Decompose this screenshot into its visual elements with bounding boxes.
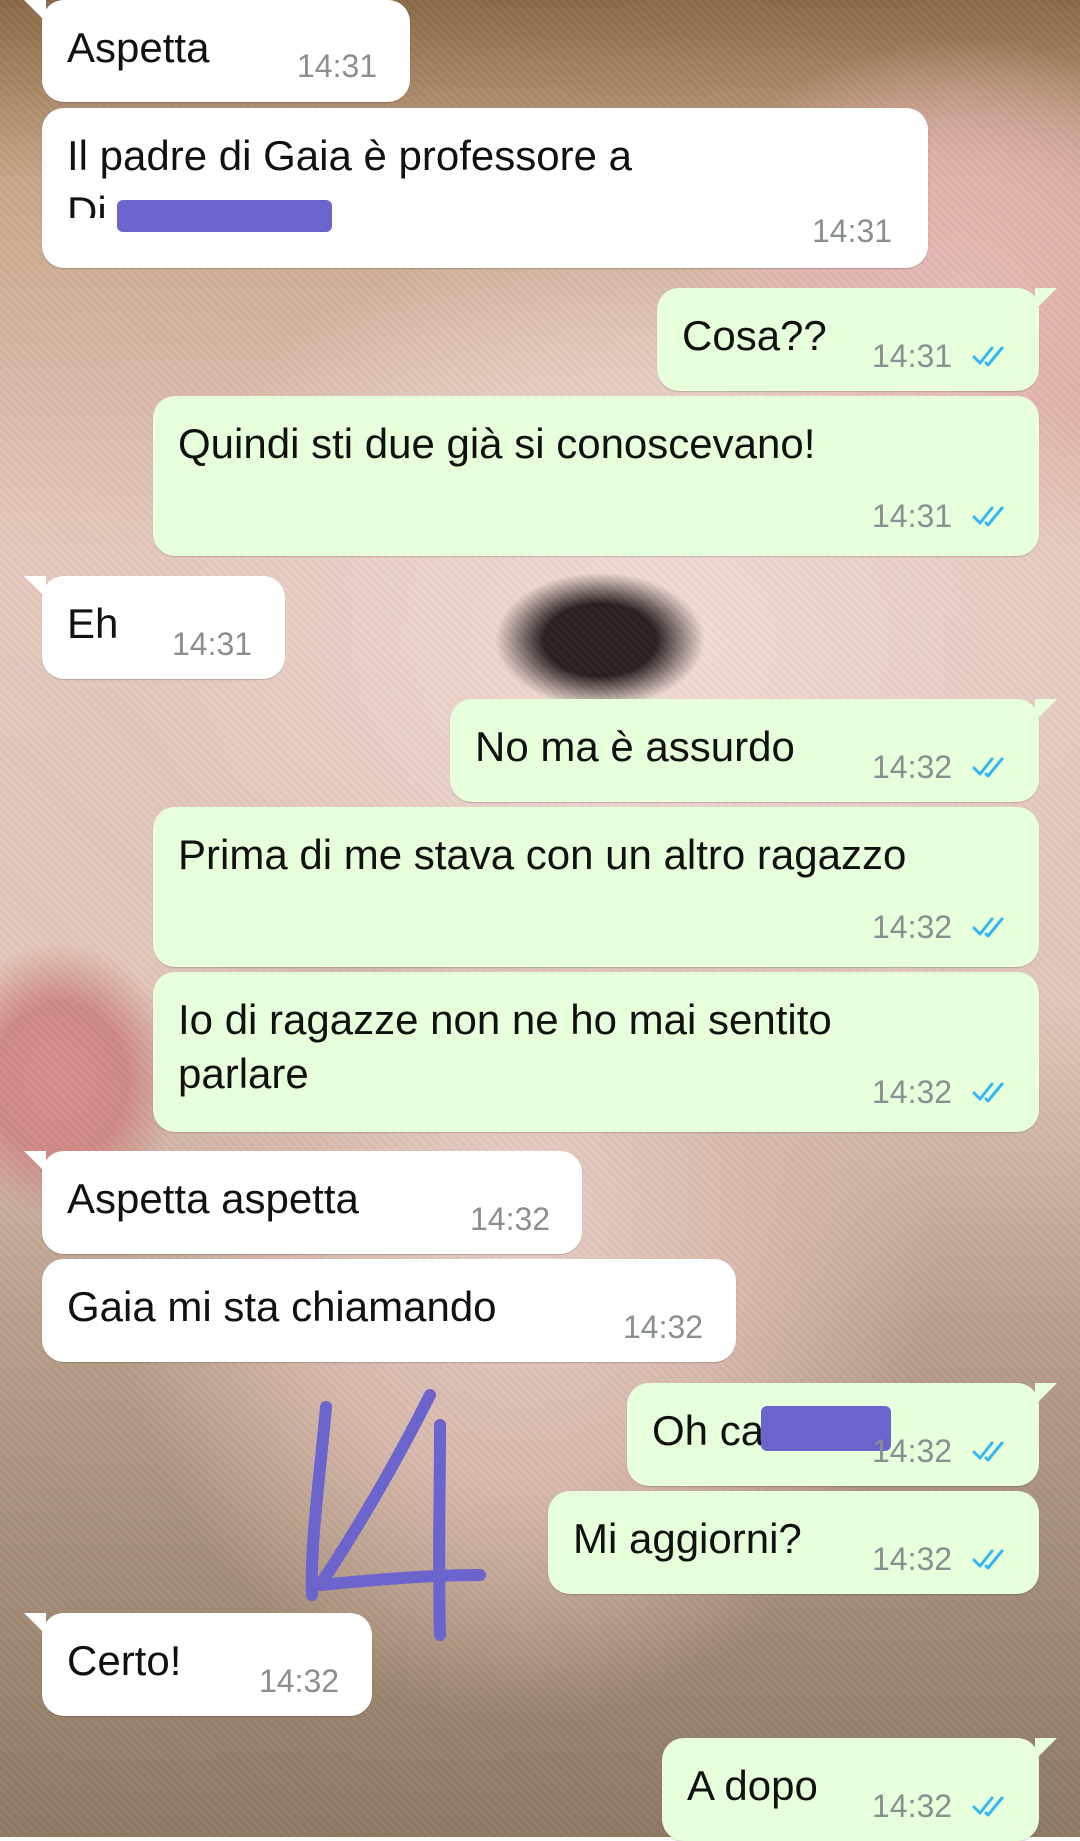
message-text: A dopo <box>687 1762 818 1809</box>
message-time: 14:32 <box>259 1663 340 1699</box>
message-text: Aspetta <box>67 24 210 71</box>
redaction-mark <box>117 200 332 232</box>
message-text-line: Io di ragazze non ne ho mai sentito <box>178 996 832 1043</box>
message-bubble-incoming[interactable]: Il padre di Gaia è professore a Di 14:31 <box>42 108 928 268</box>
message-time: 14:32 <box>872 1074 953 1110</box>
message-bubble-outgoing[interactable]: Mi aggiorni? 14:32 <box>548 1491 1039 1594</box>
message-text: Oh ca <box>652 1407 765 1454</box>
double-check-icon <box>972 346 1004 367</box>
message-bubble-incoming[interactable]: Gaia mi sta chiamando 14:32 <box>42 1259 736 1362</box>
message-time: 14:32 <box>872 749 953 785</box>
message-bubble-incoming[interactable]: Aspetta aspetta 14:32 <box>24 1151 582 1254</box>
message-bubble-outgoing[interactable]: Quindi sti due già si conoscevano! 14:31 <box>153 396 1039 556</box>
double-check-icon <box>972 1549 1004 1570</box>
message-bubble-outgoing[interactable]: Cosa?? 14:31 <box>657 288 1057 391</box>
message-bubble-incoming[interactable]: Eh 14:31 <box>24 576 285 679</box>
handwritten-annotation <box>305 1389 486 1641</box>
message-bubble-outgoing[interactable]: Prima di me stava con un altro ragazzo 1… <box>153 807 1039 967</box>
double-check-icon <box>972 1082 1004 1103</box>
message-time: 14:31 <box>297 48 378 84</box>
message-bubble-outgoing[interactable]: Oh ca 14:32 <box>627 1383 1057 1486</box>
message-text: Eh <box>67 600 119 647</box>
message-text: Mi aggiorni? <box>573 1515 802 1562</box>
message-time: 14:32 <box>470 1201 551 1237</box>
message-time: 14:31 <box>872 498 953 534</box>
message-time: 14:32 <box>872 1433 953 1469</box>
message-text-line: Il padre di Gaia è professore a <box>67 132 632 179</box>
message-text: Gaia mi sta chiamando <box>67 1283 497 1330</box>
message-time: 14:31 <box>172 626 253 662</box>
message-time: 14:32 <box>872 1541 953 1577</box>
message-time: 14:32 <box>872 909 953 945</box>
double-check-icon <box>972 506 1004 527</box>
message-bubble-incoming[interactable]: Aspetta 14:31 <box>24 0 410 102</box>
message-text: Aspetta aspetta <box>67 1175 359 1222</box>
double-check-icon <box>972 757 1004 778</box>
message-time: 14:32 <box>623 1309 704 1345</box>
message-time: 14:31 <box>812 213 893 249</box>
message-bubble-outgoing[interactable]: A dopo 14:32 <box>662 1738 1057 1841</box>
double-check-icon <box>972 917 1004 938</box>
message-text: Quindi sti due già si conoscevano! <box>178 420 816 467</box>
message-text: No ma è assurdo <box>475 723 795 770</box>
message-bubble-outgoing[interactable]: No ma è assurdo 14:32 <box>450 699 1057 802</box>
message-text-line: parlare <box>178 1050 309 1097</box>
double-check-icon <box>972 1441 1004 1462</box>
double-check-icon <box>972 1796 1004 1817</box>
message-text: Prima di me stava con un altro ragazzo <box>178 831 907 878</box>
message-time: 14:31 <box>872 338 953 374</box>
message-text-line: Di <box>67 188 107 218</box>
message-bubble-outgoing[interactable]: Io di ragazze non ne ho mai sentito parl… <box>153 972 1039 1132</box>
message-text: Cosa?? <box>682 312 827 359</box>
message-time: 14:32 <box>872 1788 953 1824</box>
message-text: Certo! <box>67 1637 182 1684</box>
